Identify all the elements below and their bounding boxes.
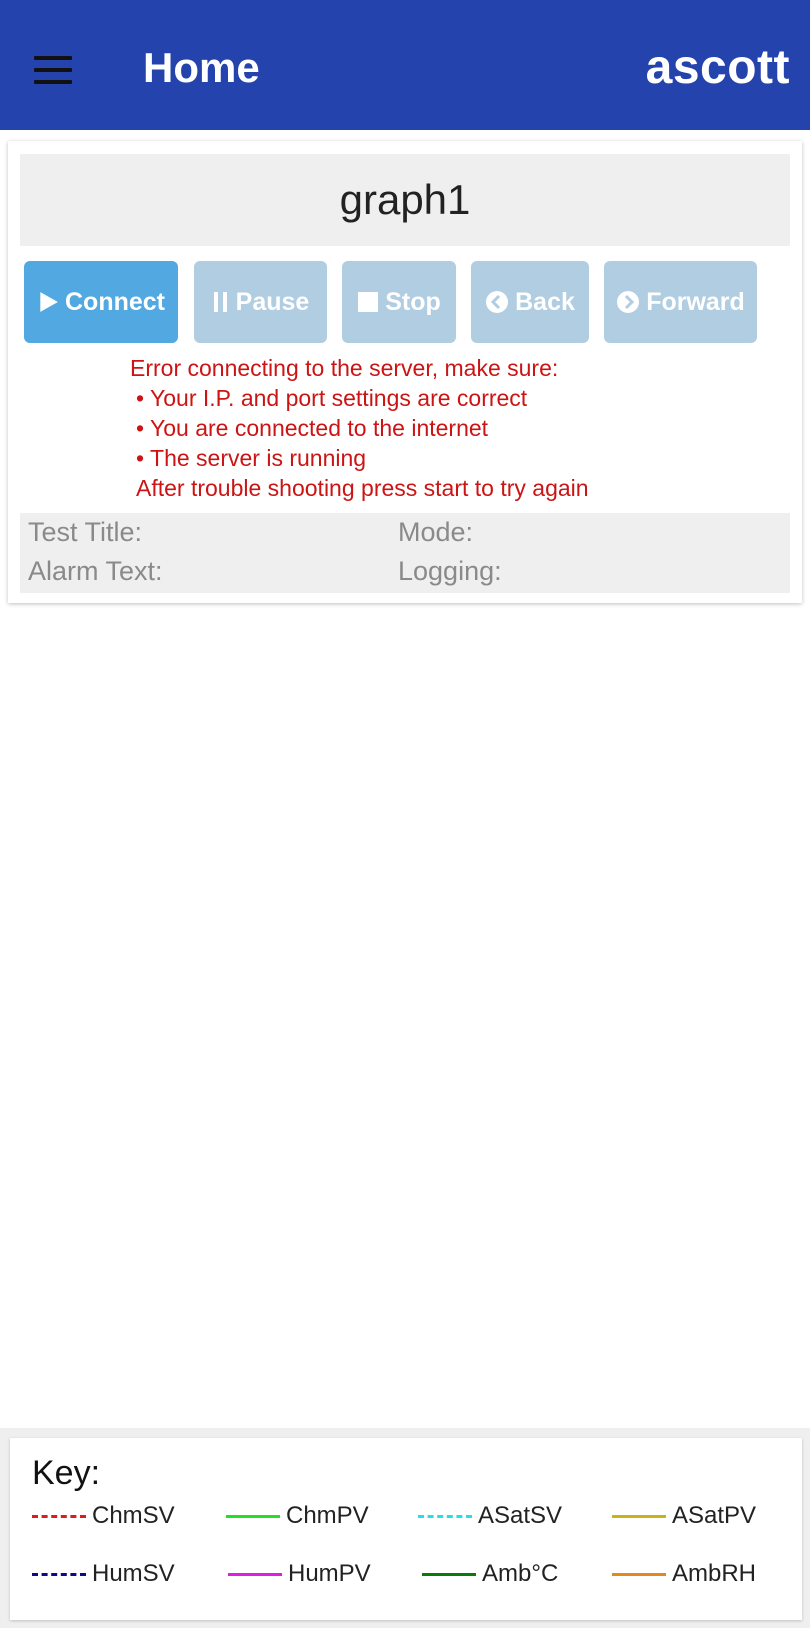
mode-label: Mode: xyxy=(398,517,474,547)
error-message: Error connecting to the server, make sur… xyxy=(130,353,730,503)
solid-line-swatch xyxy=(228,1572,282,1576)
legend-item-ambc: Amb°C xyxy=(422,1560,558,1588)
forward-button-label: Forward xyxy=(646,287,745,316)
legend-item-asatpv: ASatPV xyxy=(612,1502,756,1530)
forward-button[interactable]: Forward xyxy=(604,261,757,343)
connect-button-label: Connect xyxy=(65,287,165,316)
legend-item-humpv: HumPV xyxy=(228,1560,371,1588)
error-bullet: • The server is running xyxy=(136,445,367,471)
error-bullet: • You are connected to the internet xyxy=(136,415,489,441)
error-footer: After trouble shooting press start to tr… xyxy=(136,475,589,501)
legend-card: Key: ChmSV ChmPV ASatSV ASatPV HumSV Hum… xyxy=(10,1438,802,1620)
pause-button[interactable]: Pause xyxy=(194,261,327,343)
app-bar: Home ascott xyxy=(0,0,810,130)
back-button-label: Back xyxy=(515,287,575,316)
legend-area: Key: ChmSV ChmPV ASatSV ASatPV HumSV Hum… xyxy=(0,1428,810,1628)
solid-line-swatch xyxy=(422,1572,476,1576)
legend-title: Key: xyxy=(32,1454,101,1492)
legend-label: Amb°C xyxy=(482,1560,559,1587)
stop-button-label: Stop xyxy=(385,287,441,316)
solid-line-swatch xyxy=(612,1572,666,1576)
graph-title: graph1 xyxy=(20,154,790,246)
pause-button-label: Pause xyxy=(235,287,310,316)
connect-button[interactable]: Connect xyxy=(24,261,178,343)
test-info-panel: Test Title: Mode: Alarm Text: Logging: xyxy=(20,513,790,593)
hamburger-menu-icon[interactable] xyxy=(34,56,74,86)
graph-card: graph1 Connect Pause Stop Back Forward E… xyxy=(8,141,802,603)
error-heading: Error connecting to the server, make sur… xyxy=(130,355,559,381)
stop-icon xyxy=(357,291,379,313)
chevron-right-circle-icon xyxy=(616,290,640,314)
logging-label: Logging: xyxy=(398,556,502,586)
stop-button[interactable]: Stop xyxy=(342,261,456,343)
legend-item-ambrh: AmbRH xyxy=(612,1560,756,1588)
legend-label: HumSV xyxy=(92,1560,175,1587)
brand-logo: ascott xyxy=(645,41,790,94)
solid-line-swatch xyxy=(612,1514,666,1518)
legend-item-asatsv: ASatSV xyxy=(418,1502,562,1530)
legend-label: AmbRH xyxy=(672,1560,757,1587)
page-title: Home xyxy=(143,44,260,91)
solid-line-swatch xyxy=(226,1514,280,1518)
pause-icon xyxy=(212,291,230,313)
error-bullet: • Your I.P. and port settings are correc… xyxy=(136,385,528,411)
dashed-line-swatch xyxy=(418,1514,472,1518)
play-icon xyxy=(37,291,59,313)
back-button[interactable]: Back xyxy=(471,261,589,343)
alarm-text-label: Alarm Text: xyxy=(28,556,163,586)
legend-label: ASatSV xyxy=(478,1502,563,1529)
chevron-left-circle-icon xyxy=(485,290,509,314)
test-title-label: Test Title: xyxy=(28,517,143,547)
legend-label: HumPV xyxy=(288,1560,371,1587)
dashed-line-swatch xyxy=(32,1514,86,1518)
legend-item-chmsv: ChmSV xyxy=(32,1502,175,1530)
legend-label: ChmPV xyxy=(286,1502,369,1529)
legend-item-chmpv: ChmPV xyxy=(226,1502,369,1530)
legend-label: ChmSV xyxy=(92,1502,175,1529)
dashed-line-swatch xyxy=(32,1572,86,1576)
legend-item-humsv: HumSV xyxy=(32,1560,175,1588)
legend-label: ASatPV xyxy=(672,1502,757,1529)
